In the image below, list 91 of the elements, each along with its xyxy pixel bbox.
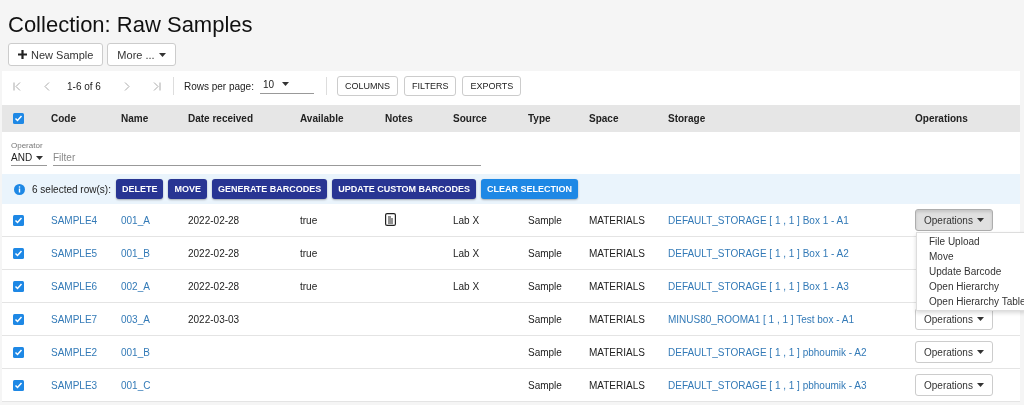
storage-link[interactable]: DEFAULT_STORAGE [ 1 , 1 ] Box 1 - A1 [668,214,849,226]
table-cell: MATERIALS [589,280,645,292]
page-title: Collection: Raw Samples [8,12,254,38]
sample-name-link[interactable]: 001_A [121,214,150,226]
new-sample-button[interactable]: New Sample [8,43,104,66]
table-cell: MATERIALS [589,379,645,391]
info-icon [14,183,25,195]
table-cell: Sample [528,280,562,292]
caret-icon [976,350,984,354]
table-cell: Sample [528,247,562,259]
checkbox[interactable] [13,214,24,226]
table-cell: MATERIALS [589,247,645,259]
column-header: Storage [668,113,707,124]
checkbox[interactable] [13,280,24,292]
sample-name-link[interactable]: 001_B [121,247,150,259]
page-range: 1-6 of 6 [67,80,101,92]
checkbox[interactable] [13,313,24,325]
note-icon[interactable] [385,212,396,226]
table-cell: Lab X [453,214,480,226]
table-cell: MATERIALS [589,346,645,358]
selection-message: 6 selected row(s): [32,183,111,195]
caret-icon [36,155,44,160]
storage-link[interactable]: MINUS80_ROOMA1 [ 1 , 1 ] Test box - A1 [668,313,854,325]
table-cell: Sample [528,214,562,226]
operations-button[interactable]: Operations [915,209,993,231]
table-cell: Sample [528,379,562,391]
sample-name-link[interactable]: 001_B [121,346,150,358]
table-cell: Lab X [453,247,480,259]
filter-field[interactable]: Filter [53,150,481,166]
caret-icon [158,52,166,57]
toolbar-button[interactable]: EXPORTS [462,76,522,96]
table-cell: true [300,247,318,259]
table-cell: Sample [528,313,562,325]
storage-link[interactable]: DEFAULT_STORAGE [ 1 , 1 ] pbhoumik - A3 [668,379,867,391]
selection-action-button[interactable]: MOVE [168,179,207,199]
checkbox[interactable] [13,113,24,124]
table-cell: MATERIALS [589,313,645,325]
table-cell: true [300,214,318,226]
storage-link[interactable]: DEFAULT_STORAGE [ 1 , 1 ] Box 1 - A2 [668,247,849,259]
toolbar-button[interactable]: COLUMNS [337,76,399,96]
selection-action-button[interactable]: UPDATE CUSTOM BARCODES [332,179,476,199]
checkbox[interactable] [13,247,24,259]
sample-code-link[interactable]: SAMPLE6 [51,280,98,292]
column-header: Space [589,113,620,124]
table-cell: MATERIALS [589,214,645,226]
checkbox[interactable] [13,346,24,358]
table-cell: 2022-02-28 [188,214,240,226]
operator-select[interactable]: Operator AND [11,141,47,166]
menu-item[interactable]: Open Hierarchy [917,279,1024,294]
sample-name-link[interactable]: 001_C [121,379,151,391]
selection-action-button[interactable]: CLEAR SELECTION [481,179,578,199]
storage-link[interactable]: DEFAULT_STORAGE [ 1 , 1 ] Box 1 - A3 [668,280,849,292]
plus-icon [18,50,27,59]
table-cell: 2022-03-03 [188,313,240,325]
operations-button[interactable]: Operations [915,341,993,363]
table-cell: Lab X [453,280,480,292]
operations-button[interactable]: Operations [915,374,993,396]
sample-code-link[interactable]: SAMPLE5 [51,247,98,259]
caret-icon [976,383,984,387]
table-cell: true [300,280,318,292]
table-cell: Sample [528,346,562,358]
caret-icon [282,82,290,86]
rows-per-page-label: Rows per page: [183,80,254,92]
column-header: Code [51,113,77,124]
sample-code-link[interactable]: SAMPLE7 [51,313,98,325]
table-cell: 2022-02-28 [188,247,240,259]
sample-name-link[interactable]: 002_A [121,280,150,292]
caret-icon [976,317,984,321]
menu-item[interactable]: Update Barcode [917,264,1024,279]
selection-action-button[interactable]: DELETE [115,179,164,199]
column-header: Source [453,113,488,124]
menu-item[interactable]: File Upload [917,234,1024,249]
column-header: Type [528,113,552,124]
column-header: Date received [188,113,255,124]
caret-icon [976,218,984,222]
checkbox[interactable] [13,379,24,391]
column-header: Operations [915,113,969,124]
toolbar-button[interactable]: FILTERS [404,76,457,96]
column-header: Name [121,113,150,124]
rows-per-page-select[interactable]: 10 [259,78,315,94]
column-header: Available [300,113,345,124]
sample-code-link[interactable]: SAMPLE3 [51,379,98,391]
more-button[interactable]: More ... [107,43,176,66]
sample-name-link[interactable]: 003_A [121,313,150,325]
sample-code-link[interactable]: SAMPLE4 [51,214,98,226]
column-header: Notes [385,113,414,124]
storage-link[interactable]: DEFAULT_STORAGE [ 1 , 1 ] pbhoumik - A2 [668,346,867,358]
menu-item[interactable]: Move [917,249,1024,264]
table-cell: 2022-02-28 [188,280,240,292]
sample-code-link[interactable]: SAMPLE2 [51,346,98,358]
selection-action-button[interactable]: GENERATE BARCODES [211,179,328,199]
